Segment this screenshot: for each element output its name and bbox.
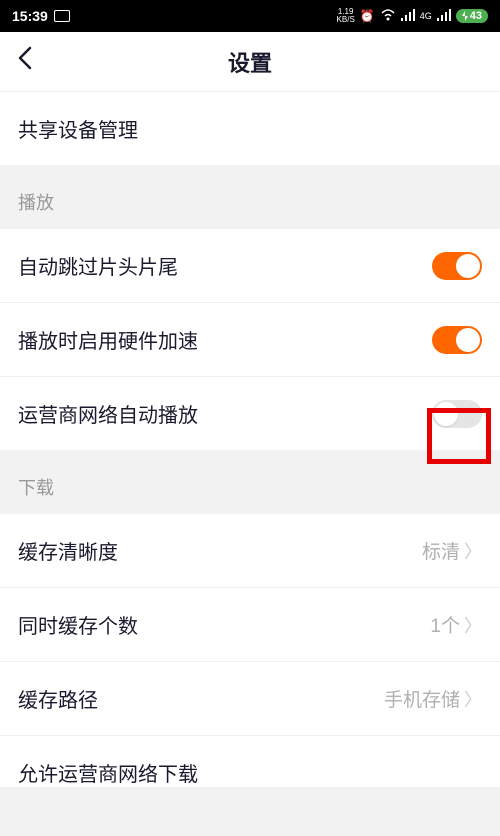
section-header-download: 下载 <box>0 450 500 514</box>
toggle-carrier-autoplay[interactable] <box>432 400 482 428</box>
page-title: 设置 <box>0 46 500 78</box>
alarm-icon: ⏰ <box>360 9 375 23</box>
signal-icon-2 <box>437 9 451 24</box>
chevron-right-icon: 〉 <box>464 612 482 638</box>
row-label: 允许运营商网络下载 <box>18 764 198 786</box>
row-label: 共享设备管理 <box>18 114 138 143</box>
row-value: 手机存储 〉 <box>384 685 482 712</box>
row-carrier-download[interactable]: 允许运营商网络下载 <box>0 736 500 787</box>
row-concurrent-cache[interactable]: 同时缓存个数 1个 〉 <box>0 588 500 662</box>
network-speed: 1.19 KB/S <box>337 8 355 24</box>
status-left: 15:39 <box>12 8 70 24</box>
row-cache-path[interactable]: 缓存路径 手机存储 〉 <box>0 662 500 736</box>
status-time: 15:39 <box>12 8 48 24</box>
nav-header: 设置 <box>0 32 500 92</box>
row-value: 标清 〉 <box>422 537 482 564</box>
row-label: 播放时启用硬件加速 <box>18 325 198 354</box>
back-button[interactable] <box>18 46 32 77</box>
chevron-right-icon: 〉 <box>464 686 482 712</box>
notification-icon <box>54 10 70 22</box>
row-carrier-autoplay[interactable]: 运营商网络自动播放 <box>0 377 500 450</box>
toggle-skip-intro[interactable] <box>432 252 482 280</box>
row-shared-device[interactable]: 共享设备管理 <box>0 92 500 165</box>
section-header-playback: 播放 <box>0 165 500 229</box>
row-label: 缓存路径 <box>18 684 98 713</box>
chevron-right-icon: 〉 <box>464 538 482 564</box>
row-hardware-accel[interactable]: 播放时启用硬件加速 <box>0 303 500 377</box>
row-skip-intro[interactable]: 自动跳过片头片尾 <box>0 229 500 303</box>
signal-icon <box>401 9 415 24</box>
status-right: 1.19 KB/S ⏰ 4G 43 <box>337 8 488 24</box>
wifi-icon <box>380 9 396 24</box>
toggle-hardware-accel[interactable] <box>432 326 482 354</box>
row-label: 运营商网络自动播放 <box>18 399 198 428</box>
battery-indicator: 43 <box>456 9 488 23</box>
row-cache-quality[interactable]: 缓存清晰度 标清 〉 <box>0 514 500 588</box>
row-label: 同时缓存个数 <box>18 610 138 639</box>
row-value: 1个 〉 <box>430 611 482 638</box>
status-bar: 15:39 1.19 KB/S ⏰ 4G 43 <box>0 0 500 32</box>
network-type: 4G <box>420 11 432 21</box>
row-label: 自动跳过片头片尾 <box>18 251 178 280</box>
row-label: 缓存清晰度 <box>18 536 118 565</box>
